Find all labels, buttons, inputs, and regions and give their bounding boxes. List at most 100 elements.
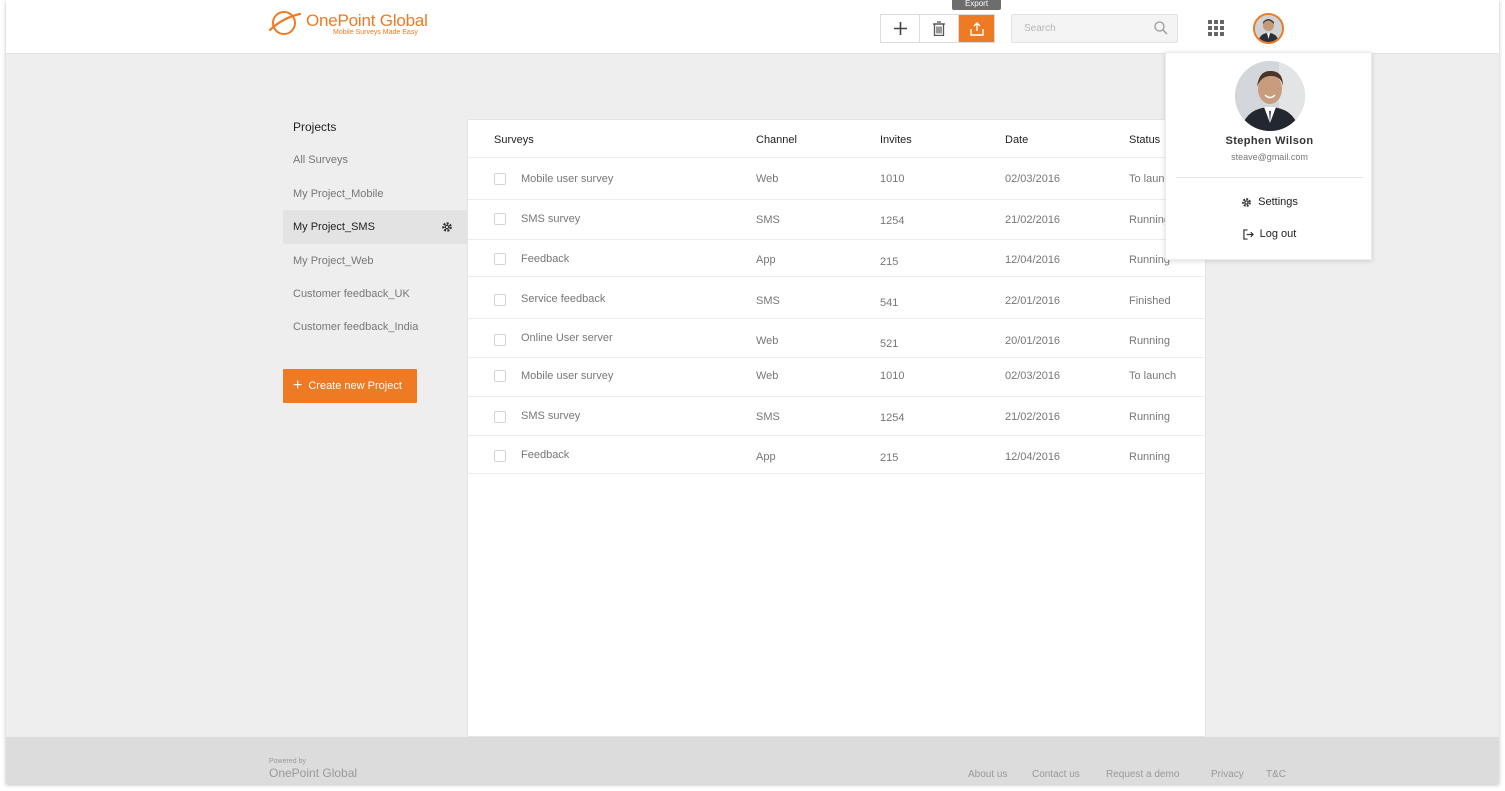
projects-heading: Projects: [293, 120, 337, 134]
table-row[interactable]: Mobile user survey Web 1010 02/03/2016 T…: [468, 358, 1205, 397]
invites-cell: 1254: [880, 215, 905, 227]
logout-label: Log out: [1259, 228, 1297, 240]
survey-name[interactable]: Online User server: [521, 332, 613, 344]
user-avatar[interactable]: [1253, 13, 1284, 44]
invites-cell: 1254: [880, 412, 905, 424]
settings-menu-item[interactable]: Settings: [1166, 196, 1373, 208]
channel-cell: Web: [756, 173, 779, 185]
table-row[interactable]: Feedback App 215 12/04/2016 Running: [468, 240, 1205, 277]
survey-name[interactable]: Feedback: [521, 449, 569, 461]
export-icon: [969, 21, 984, 36]
apps-grid-icon[interactable]: [1208, 20, 1224, 36]
search-input[interactable]: [1012, 15, 1152, 42]
settings-label: Settings: [1258, 196, 1298, 208]
table-row[interactable]: Service feedback SMS 541 22/01/2016 Fini…: [468, 277, 1205, 319]
action-toolbar: [880, 14, 995, 43]
gear-icon[interactable]: [441, 221, 453, 233]
row-checkbox[interactable]: [494, 334, 506, 346]
logo-tagline: Mobile Surveys Made Easy: [333, 29, 418, 36]
logo-globe-icon: [268, 11, 302, 35]
create-project-label: Create new Project: [308, 380, 402, 392]
status-cell: Running: [1129, 214, 1170, 226]
date-cell: 02/03/2016: [1005, 370, 1061, 382]
table-row[interactable]: Mobile user survey Web 1010 02/03/2016 T…: [468, 158, 1205, 200]
search-box: [1011, 14, 1178, 43]
survey-name[interactable]: SMS survey: [521, 410, 580, 422]
channel-cell: Web: [756, 370, 779, 382]
status-cell: Finished: [1129, 295, 1171, 307]
trash-icon: [933, 21, 945, 36]
invites-cell: 541: [880, 297, 899, 309]
date-cell: 22/01/2016: [1005, 295, 1061, 307]
divider: [1176, 177, 1363, 178]
row-checkbox[interactable]: [494, 411, 506, 423]
footer-link-privacy[interactable]: Privacy: [1211, 769, 1244, 780]
plus-icon: +: [293, 377, 303, 394]
row-checkbox[interactable]: [494, 213, 506, 225]
footer-brand: OnePoint Global: [269, 766, 358, 780]
table-row[interactable]: Feedback App 215 12/04/2016 Running: [468, 436, 1205, 474]
sidebar-item-label: My Project_SMS: [293, 221, 375, 233]
profile-name: Stephen Wilson: [1225, 135, 1314, 147]
create-project-button[interactable]: + Create new Project: [283, 369, 417, 403]
footer-link-about[interactable]: About us: [968, 769, 1007, 780]
profile-email: steave@gmail.com: [1231, 152, 1308, 162]
powered-by-label: Powered by: [269, 758, 306, 765]
user-photo-icon: [1255, 15, 1282, 42]
surveys-table: Surveys Channel Invites Date Status Mobi…: [467, 119, 1206, 737]
table-row[interactable]: SMS survey SMS 1254 21/02/2016 Running: [468, 200, 1205, 240]
sidebar-item-feedback-uk[interactable]: Customer feedback_UK: [283, 277, 467, 311]
sidebar-item-project-web[interactable]: My Project_Web: [283, 244, 467, 278]
status-cell: Running: [1129, 411, 1170, 423]
sidebar-item-all-surveys[interactable]: All Surveys: [283, 143, 467, 177]
channel-cell: Web: [756, 335, 779, 347]
profile-dropdown: Stephen Wilson steave@gmail.com Settings…: [1165, 52, 1372, 260]
footer-link-demo[interactable]: Request a demo: [1106, 769, 1179, 780]
status-cell: Running: [1129, 254, 1170, 266]
channel-cell: App: [756, 451, 776, 463]
date-cell: 12/04/2016: [1005, 451, 1061, 463]
invites-cell: 1010: [880, 173, 905, 185]
plus-icon: [893, 22, 907, 35]
row-checkbox[interactable]: [494, 450, 506, 462]
channel-cell: App: [756, 254, 776, 266]
delete-button[interactable]: [920, 15, 959, 42]
sidebar-item-feedback-india[interactable]: Customer feedback_India: [283, 310, 467, 344]
logout-icon: [1242, 228, 1254, 240]
sidebar-item-project-mobile[interactable]: My Project_Mobile: [283, 177, 467, 211]
app-window: OnePoint Global Mobile Surveys Made Easy…: [6, 0, 1499, 784]
date-cell: 20/01/2016: [1005, 335, 1061, 347]
row-checkbox[interactable]: [494, 253, 506, 265]
row-checkbox[interactable]: [494, 173, 506, 185]
export-button[interactable]: [959, 15, 994, 42]
table-row[interactable]: SMS survey SMS 1254 21/02/2016 Running: [468, 397, 1205, 436]
survey-name[interactable]: Mobile user survey: [521, 370, 613, 382]
footer-link-contact[interactable]: Contact us: [1032, 769, 1080, 780]
invites-cell: 521: [880, 338, 899, 350]
row-checkbox[interactable]: [494, 294, 506, 306]
survey-name[interactable]: Mobile user survey: [521, 173, 613, 185]
survey-name[interactable]: SMS survey: [521, 213, 580, 225]
top-header: OnePoint Global Mobile Surveys Made Easy…: [6, 0, 1499, 54]
channel-cell: SMS: [756, 411, 780, 423]
invites-cell: 215: [880, 452, 899, 464]
gear-icon: [1242, 197, 1252, 207]
row-checkbox[interactable]: [494, 370, 506, 382]
brand-logo[interactable]: OnePoint Global Mobile Surveys Made Easy: [268, 8, 428, 40]
footer-link-terms[interactable]: T&C: [1266, 769, 1286, 780]
status-cell: To launch: [1129, 370, 1177, 382]
table-row[interactable]: Online User server Web 521 20/01/2016 Ru…: [468, 319, 1205, 358]
search-icon[interactable]: [1154, 21, 1168, 35]
date-cell: 12/04/2016: [1005, 254, 1061, 266]
survey-name[interactable]: Service feedback: [521, 293, 605, 305]
logout-menu-item[interactable]: Log out: [1166, 228, 1373, 240]
survey-name[interactable]: Feedback: [521, 253, 569, 265]
add-button[interactable]: [881, 15, 920, 42]
sidebar-item-project-sms[interactable]: My Project_SMS: [283, 210, 467, 244]
status-cell: Running: [1129, 451, 1170, 463]
date-cell: 21/02/2016: [1005, 411, 1061, 423]
table-header-row: [468, 120, 1205, 158]
export-tooltip: Export: [952, 0, 1001, 10]
status-cell: Running: [1129, 335, 1170, 347]
page-footer: Powered by OnePoint Global About us Cont…: [6, 737, 1499, 784]
